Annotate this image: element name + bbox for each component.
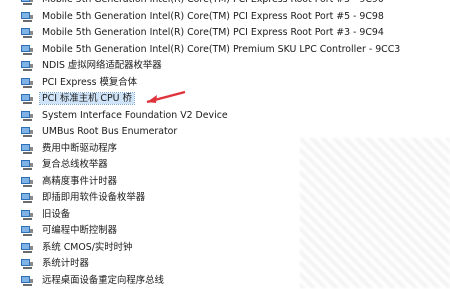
device-tree-item[interactable]: PCI Express 模复合体 <box>0 75 450 92</box>
device-icon <box>20 11 34 23</box>
device-tree-item-label: Mobile 5th Generation Intel(R) Core(TM) … <box>42 44 400 55</box>
device-icon <box>20 159 34 171</box>
device-tree-item[interactable]: Mobile 5th Generation Intel(R) Core(TM) … <box>0 0 450 9</box>
device-tree-item-label: PCI 标准主机 CPU 桥 <box>40 93 134 104</box>
device-tree-item-label: UMBus Root Bus Enumerator <box>42 126 177 137</box>
device-tree-item-label: System Interface Foundation V2 Device <box>42 110 228 121</box>
device-icon <box>20 275 34 287</box>
device-tree-item-label: 系统 CMOS/实时时钟 <box>42 242 132 253</box>
device-icon <box>20 44 34 56</box>
device-tree-item[interactable]: System Interface Foundation V2 Device <box>0 108 450 125</box>
device-tree-item-label: 费用中断驱动程序 <box>42 143 117 154</box>
device-tree-item-label: 复合总线枚举器 <box>42 159 108 170</box>
device-tree-item[interactable]: PCI 标准主机 CPU 桥 <box>0 91 450 108</box>
device-icon <box>20 209 34 221</box>
device-tree-item-label: 远程桌面设备重定向程序总线 <box>42 275 164 286</box>
device-tree-item[interactable]: NDIS 虚拟网络适配器枚举器 <box>0 58 450 75</box>
device-icon <box>20 27 34 39</box>
device-tree-item-label: 即插即用软件设备枚举器 <box>42 192 145 203</box>
device-tree-item-label: Mobile 5th Generation Intel(R) Core(TM) … <box>42 27 384 38</box>
device-tree-item[interactable]: Mobile 5th Generation Intel(R) Core(TM) … <box>0 9 450 26</box>
device-tree-item-label: PCI Express 模复合体 <box>42 77 137 88</box>
device-tree-item-label: NDIS 虚拟网络适配器枚举器 <box>42 60 162 71</box>
watermark-blur <box>300 138 450 288</box>
device-tree-item-label: Mobile 5th Generation Intel(R) Core(TM) … <box>42 0 384 5</box>
device-icon <box>20 242 34 254</box>
device-icon <box>20 93 34 105</box>
device-tree-item-label: 高精度事件计时器 <box>42 176 117 187</box>
device-icon <box>20 0 34 6</box>
device-icon <box>20 77 34 89</box>
device-tree-item[interactable]: Mobile 5th Generation Intel(R) Core(TM) … <box>0 25 450 42</box>
device-icon <box>20 60 34 72</box>
device-icon <box>20 176 34 188</box>
device-icon <box>20 143 34 155</box>
device-icon <box>20 192 34 204</box>
device-icon <box>20 110 34 122</box>
device-icon <box>20 225 34 237</box>
device-icon <box>20 126 34 138</box>
device-tree-item-label: 系统计时器 <box>42 258 89 269</box>
device-icon <box>20 258 34 270</box>
device-tree-item[interactable]: Mobile 5th Generation Intel(R) Core(TM) … <box>0 42 450 59</box>
red-arrow-annotation <box>145 88 195 106</box>
device-tree-item-label: 旧设备 <box>42 209 70 220</box>
device-tree-item-label: 可编程中断控制器 <box>42 225 117 236</box>
device-tree-item-label: Mobile 5th Generation Intel(R) Core(TM) … <box>42 11 384 22</box>
